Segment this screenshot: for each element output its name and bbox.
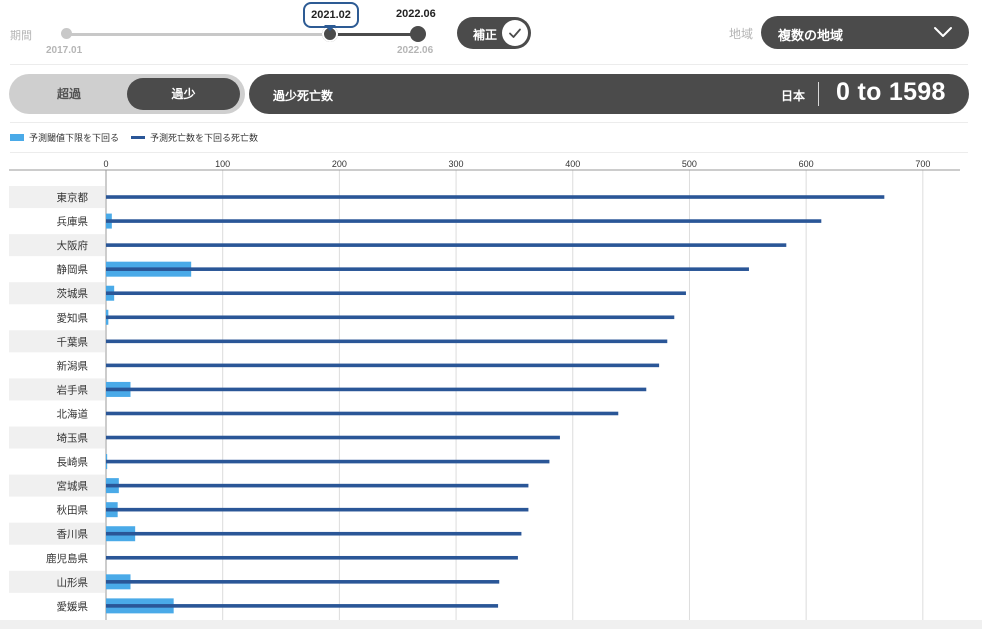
period-min-label: 2017.01 <box>46 45 83 56</box>
category-label: 山形県 <box>57 577 89 589</box>
check-icon <box>502 20 528 46</box>
category-label: 愛知県 <box>57 311 89 324</box>
metric-divider <box>818 82 819 106</box>
deaths-line-bar <box>106 219 822 223</box>
metric-country: 日本 <box>781 89 806 103</box>
deaths-line-bar <box>106 483 529 488</box>
chart-legend: 予測閾値下限を下回る 予測死亡数を下回る死亡数 <box>10 131 258 144</box>
deaths-line-bar <box>106 339 668 344</box>
region-label: 地域 <box>729 27 754 41</box>
divider <box>10 122 968 123</box>
metric-range: 0 to 1598 <box>836 78 946 106</box>
x-tick-label: 200 <box>332 159 347 169</box>
category-label: 香川県 <box>57 529 89 541</box>
x-tick-label: 600 <box>799 159 814 169</box>
divider <box>10 64 968 65</box>
correction-label: 補正 <box>473 28 498 42</box>
deaths-line-bar <box>106 507 529 512</box>
legend-label-threshold: 予測閾値下限を下回る <box>29 133 120 143</box>
metric-title: 過少死亡数 <box>273 89 334 103</box>
deaths-line-bar <box>106 267 749 271</box>
period-slider-range <box>330 33 418 36</box>
chevron-down-icon <box>933 24 953 43</box>
deaths-line-bar <box>106 435 560 440</box>
metric-header: 過少死亡数 日本 0 to 1598 <box>249 74 969 114</box>
category-label: 大阪府 <box>57 239 89 252</box>
x-tick-label: 400 <box>565 159 580 169</box>
x-tick-label: 500 <box>682 159 697 169</box>
category-label: 東京都 <box>57 191 89 204</box>
scroll-strip <box>0 620 982 629</box>
category-label: 兵庫県 <box>57 215 89 228</box>
category-label: 秋田県 <box>57 504 89 517</box>
deaths-line-bar <box>106 243 787 247</box>
category-label: 愛媛県 <box>57 600 89 613</box>
period-label: 期間 <box>10 30 32 42</box>
deaths-line-bar <box>106 411 619 416</box>
deaths-line-bar <box>106 363 660 368</box>
deaths-line-bar <box>106 387 647 392</box>
deaths-line-bar <box>106 580 500 584</box>
deaths-line-bar <box>106 291 686 296</box>
period-max-label: 2022.06 <box>397 45 434 56</box>
x-tick-label: 700 <box>915 159 930 169</box>
x-tick-label: 100 <box>215 159 230 169</box>
deaths-line-bar <box>106 604 499 608</box>
mode-excess-option[interactable]: 超過 <box>9 74 129 114</box>
deaths-line-bar <box>106 459 550 464</box>
x-tick-label: 300 <box>449 159 464 169</box>
category-label: 埼玉県 <box>57 432 89 445</box>
deaths-line-bar <box>106 315 675 320</box>
bar-chart: 0 100 200 300 400 500 600 700 東京都兵庫県大阪府静岡県茨城県愛知県… <box>9 159 960 620</box>
period-end-label: 2022.06 <box>396 8 436 20</box>
legend-swatch-deaths <box>131 136 146 139</box>
category-label: 岩手県 <box>57 383 89 396</box>
category-label: 茨城県 <box>57 287 89 300</box>
category-label: 新潟県 <box>57 359 89 372</box>
period-end-handle[interactable] <box>410 26 426 42</box>
category-label: 鹿児島県 <box>46 552 88 565</box>
mode-deficit-option[interactable]: 過少 <box>127 78 240 110</box>
deaths-line-bar <box>106 555 518 560</box>
category-label: 静岡県 <box>57 263 89 276</box>
region-value: 複数の地域 <box>778 28 844 43</box>
legend-label-deaths: 予測死亡数を下回る死亡数 <box>150 133 259 143</box>
category-label: 宮城県 <box>57 480 89 493</box>
category-label: 千葉県 <box>57 335 89 348</box>
deaths-line-bar <box>106 195 885 199</box>
period-start-dot <box>61 28 72 39</box>
region-dropdown[interactable]: 複数の地域 <box>761 16 969 49</box>
category-label: 北海道 <box>57 407 89 420</box>
deaths-line-bar <box>106 531 522 536</box>
category-label: 長崎県 <box>57 456 89 469</box>
x-tick-label: 0 <box>103 159 108 169</box>
correction-toggle[interactable]: 補正 <box>457 17 531 49</box>
mode-toggle[interactable]: 超過 過少 <box>9 74 245 114</box>
tooltip-arrow <box>324 25 336 31</box>
legend-swatch-threshold <box>10 134 24 141</box>
